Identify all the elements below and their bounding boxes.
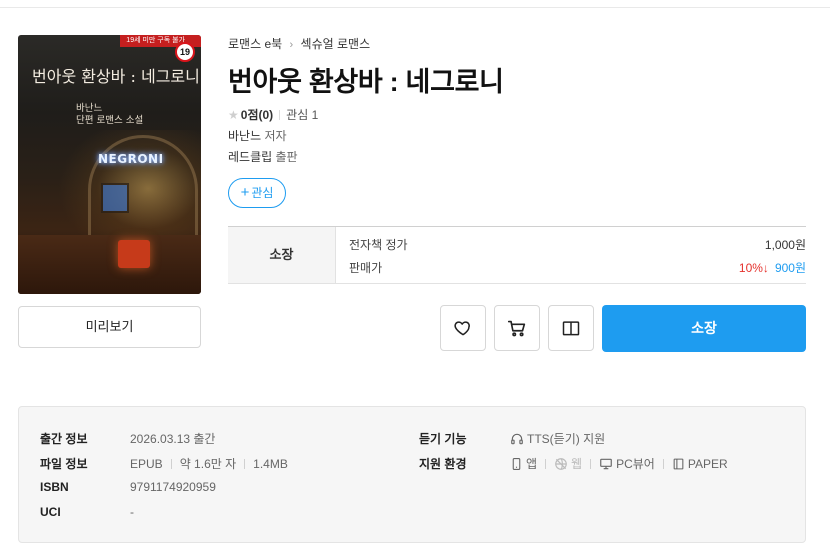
listen-value: TTS(듣기) 지원: [510, 430, 605, 447]
cover-window: [101, 183, 129, 213]
env-pc-label: PC뷰어: [616, 457, 655, 471]
headphones-icon: [511, 433, 523, 444]
gift-button[interactable]: [548, 305, 594, 351]
own-label: 소장: [228, 227, 335, 283]
env-app: 앱: [510, 455, 537, 472]
env-divider: [662, 458, 664, 469]
like-button[interactable]: [440, 305, 486, 351]
book-info-panel: 출간 정보 2026.03.13 출간 파일 정보 EPUB 약 1.6만 자 …: [18, 406, 806, 543]
info-divider: [170, 458, 172, 469]
cover-subtitle: 바난느 단편 로맨스 소설: [76, 103, 143, 127]
author-role: 저자: [264, 129, 287, 143]
breadcrumb-separator: ›: [289, 39, 294, 51]
env-web: 웹: [554, 455, 582, 472]
price-table: 소장 전자책 정가 1,000원 판매가 10%↓ 900원: [228, 226, 806, 284]
monitor-icon: [600, 458, 612, 469]
isbn-label: ISBN: [40, 480, 69, 494]
cover-title: 번아웃 환상바 : 네그로니: [32, 67, 200, 86]
breadcrumb: 로맨스 e북 › 섹슈얼 로맨스: [228, 35, 370, 52]
isbn-value: 9791174920959: [130, 480, 216, 494]
file-info-label: 파일 정보: [40, 457, 88, 471]
wish-button[interactable]: + 관심: [228, 178, 286, 208]
publisher-name[interactable]: 레드클립: [228, 150, 272, 164]
discount-rate: 10%↓: [738, 261, 769, 275]
env-divider: [590, 458, 592, 469]
list-price-row: 전자책 정가 1,000원: [349, 236, 806, 253]
wish-button-label: 관심: [251, 186, 274, 200]
publisher-role: 출판: [275, 150, 298, 164]
env-paper: PAPER: [672, 457, 728, 471]
star-icon: ★: [228, 107, 239, 122]
price-divider: [335, 227, 336, 283]
sale-price-row: 판매가 10%↓ 900원: [349, 259, 806, 276]
rating-row: ★ 0점(0) 관심 1: [228, 106, 318, 123]
breadcrumb-subcategory[interactable]: 섹슈얼 로맨스: [301, 37, 371, 51]
file-char-count: 약 1.6만 자: [179, 457, 237, 471]
rating-divider: [279, 109, 281, 120]
list-price-value: 1,000원: [764, 238, 806, 252]
env-pc: PC뷰어: [599, 455, 655, 472]
mobile-icon: [512, 457, 521, 470]
cover-bar-counter: [18, 235, 201, 294]
cover-neon-sign: NEGRONI: [98, 152, 164, 166]
sale-price-label: 판매가: [349, 261, 383, 275]
uci-value: -: [130, 505, 134, 519]
plus-icon: +: [240, 184, 250, 201]
top-divider: [0, 7, 830, 8]
uci-label: UCI: [40, 505, 61, 519]
cart-button[interactable]: [494, 305, 540, 351]
sale-price-values: 10%↓ 900원: [739, 259, 806, 276]
env-label: 지원 환경: [419, 457, 467, 471]
file-size: 1.4MB: [253, 456, 288, 471]
cart-icon: [507, 320, 526, 337]
buy-button[interactable]: 소장: [602, 305, 806, 352]
open-book-icon: [562, 321, 580, 336]
sale-price-value: 900원: [774, 261, 806, 275]
wish-count: 관심 1: [286, 108, 319, 122]
file-info-value: EPUB 약 1.6만 자 1.4MB: [130, 455, 288, 472]
book-cover[interactable]: NEGRONI 번아웃 환상바 : 네그로니 바난느 단편 로맨스 소설 19세…: [18, 35, 201, 294]
env-paper-label: PAPER: [687, 456, 728, 471]
cover-author-text: 바난느: [76, 103, 103, 114]
env-web-label: 웹: [571, 457, 583, 471]
web-disabled-icon: [555, 457, 567, 470]
release-label: 출간 정보: [40, 432, 88, 446]
env-value: 앱 웹 PC뷰어 PAPER: [510, 455, 728, 472]
preview-button[interactable]: 미리보기: [18, 306, 201, 348]
listen-label: 듣기 기능: [419, 432, 467, 446]
author-name[interactable]: 바난느: [228, 129, 261, 143]
cover-genre-text: 단편 로맨스 소설: [76, 115, 144, 126]
author-line: 바난느 저자: [228, 127, 287, 144]
release-value: 2026.03.13 출간: [130, 432, 216, 446]
rating-score[interactable]: 0점(0): [241, 106, 273, 123]
list-price-label: 전자책 정가: [349, 238, 408, 252]
breadcrumb-category[interactable]: 로맨스 e북: [228, 37, 282, 51]
paper-reader-icon: [673, 458, 684, 469]
tts-support-text: TTS(듣기) 지원: [527, 432, 606, 446]
env-app-label: 앱: [526, 457, 538, 471]
env-divider: [545, 458, 547, 469]
info-divider: [244, 458, 246, 469]
cover-cocktail-glass: [118, 240, 150, 268]
heart-icon: [454, 321, 470, 336]
file-format: EPUB: [130, 456, 163, 471]
publisher-line: 레드클립 출판: [228, 148, 298, 165]
age-19-badge: 19: [175, 42, 195, 62]
book-title: 번아웃 환상바 : 네그로니: [228, 67, 504, 97]
